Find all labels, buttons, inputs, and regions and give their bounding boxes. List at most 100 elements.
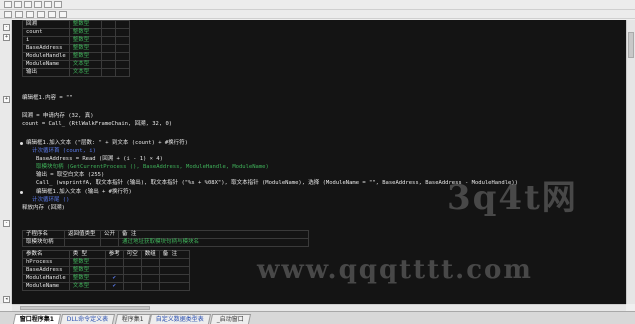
toolbar-button-6[interactable]	[54, 1, 62, 8]
collapse-icon[interactable]: -	[3, 24, 10, 31]
code-line[interactable]: 输出 = 取空白文本 (255)	[36, 172, 104, 179]
code-line[interactable]: 释放内存 (回溯)	[22, 205, 65, 212]
parameter-table: 参数名 类 型 参考 可空 数组 备 注 hProcess 整数型 BaseAddr…	[22, 250, 190, 291]
tab-label: 自定义数据类型表	[156, 316, 205, 323]
breakpoint-marker-icon[interactable]: +	[3, 96, 10, 103]
parameter-type: 整数型	[68, 274, 106, 283]
code-line[interactable]: 取模块句柄 (GetCurrentProcess (), BaseAddress…	[36, 164, 269, 171]
code-line[interactable]: 计次循环尾 ()	[32, 197, 69, 204]
parameter-row[interactable]: ModuleName 文本型 ✔	[22, 282, 190, 291]
variable-name: ModuleHandle	[22, 52, 70, 61]
vertical-scrollbar[interactable]	[626, 20, 635, 304]
subprogram-table: 子程序名 返回值类型 公开 备 注 取模块句柄 通过地址获取模块句柄与模块名	[22, 230, 310, 247]
toolbar-button-5[interactable]	[44, 1, 52, 8]
sub-name[interactable]: 取模块句柄	[22, 238, 65, 247]
tool-icon-3[interactable]	[26, 10, 34, 18]
col-header: 子程序名	[22, 230, 65, 239]
toolbar-button-2[interactable]	[14, 1, 22, 8]
local-variable-row[interactable]: count 整数型	[22, 28, 130, 37]
sub-note: 通过地址获取模块句柄与模块名	[118, 238, 310, 247]
expand-icon[interactable]: +	[3, 34, 10, 41]
tab-4[interactable]: _启动窗口	[210, 314, 252, 324]
col-header: 返回值类型	[64, 230, 101, 239]
code-line[interactable]: 回溯 = 申请内存 (32, 真)	[22, 113, 94, 120]
variable-type: 整数型	[68, 20, 102, 29]
tab-label: 窗口程序集1	[19, 316, 54, 323]
col-header: 数组	[140, 250, 160, 259]
col-header: 公开	[99, 230, 120, 239]
local-variable-row[interactable]: BaseAddress 整数型	[22, 44, 130, 53]
variable-type: 整数型	[68, 52, 102, 61]
scroll-thumb[interactable]	[628, 32, 634, 58]
reference-cell[interactable]: ✔	[104, 282, 124, 291]
col-header: 参考	[104, 250, 124, 259]
tool-icon-4[interactable]	[37, 10, 45, 18]
code-line[interactable]: BaseAddress = Read (回溯 + (i - 1) × 4)	[36, 156, 163, 163]
tab-0[interactable]: 窗口程序集1	[12, 314, 62, 324]
col-header: 备 注	[158, 250, 190, 259]
parameter-type: 整数型	[68, 258, 106, 267]
local-variable-row[interactable]: ModuleName 文本型	[22, 60, 130, 69]
local-variable-row[interactable]: i 整数型	[22, 36, 130, 45]
code-line[interactable]: 编辑框1.加入文本 ("层数: " + 到文本 (count) + #换行符)	[26, 140, 188, 147]
parameter-name: ModuleHandle	[22, 274, 70, 283]
horizontal-scrollbar[interactable]	[12, 304, 626, 311]
col-header: 可空	[122, 250, 142, 259]
parameter-name: BaseAddress	[22, 266, 70, 275]
code-line[interactable]: Call_ (wsprintfA, 取文本指针 (输出), 取文本指针 ("%s…	[36, 180, 518, 187]
tab-2[interactable]: 程序集1	[114, 314, 151, 324]
tab-label: 程序集1	[121, 316, 144, 323]
site-watermark: www.qqqtttt.com	[257, 255, 533, 285]
toolbar-button-3[interactable]	[24, 1, 32, 8]
tool-icon-2[interactable]	[15, 10, 23, 18]
tool-icon-1[interactable]	[4, 10, 12, 18]
scroll-left-icon[interactable]: ◂	[3, 296, 10, 303]
local-variable-row[interactable]: 回溯 整数型	[22, 20, 130, 29]
local-variable-row[interactable]: 输出 文本型	[22, 68, 130, 77]
logo-watermark: 3q4t网	[447, 178, 578, 218]
parameter-row[interactable]: BaseAddress 整数型	[22, 266, 190, 275]
code-line[interactable]: 编辑框1.加入文本 (输出 + #换行符)	[36, 189, 132, 196]
code-editor[interactable]: 回溯 整数型 count 整数型 i 整数型 BaseAddress 整数型 ModuleHan…	[12, 20, 626, 304]
variable-type: 整数型	[68, 36, 102, 45]
breakpoint-dot-icon[interactable]	[20, 142, 23, 145]
local-variables-table: 回溯 整数型 count 整数型 i 整数型 BaseAddress 整数型 ModuleHan…	[22, 20, 130, 77]
variable-name: 输出	[22, 68, 70, 77]
variable-type: 整数型	[68, 44, 102, 53]
scroll-thumb[interactable]	[20, 306, 150, 310]
tab-label: DLL命令定义表	[66, 316, 109, 323]
code-line[interactable]: 编辑框1.内容 = ""	[22, 95, 73, 102]
tab-3[interactable]: 自定义数据类型表	[149, 314, 212, 324]
variable-type: 文本型	[68, 60, 102, 69]
variable-type: 文本型	[68, 68, 102, 77]
toolbar	[0, 0, 635, 10]
breakpoint-dot-icon[interactable]	[20, 191, 23, 194]
parameter-name: hProcess	[22, 258, 70, 267]
parameter-row[interactable]: hProcess 整数型	[22, 258, 190, 267]
parameter-type: 文本型	[68, 282, 106, 291]
reference-cell[interactable]: ✔	[104, 274, 124, 283]
parameter-row[interactable]: ModuleHandle 整数型 ✔	[22, 274, 190, 283]
tab-label: _启动窗口	[217, 316, 245, 323]
tool-icon-5[interactable]	[48, 10, 56, 18]
variable-name: i	[22, 36, 70, 45]
parameter-type: 整数型	[68, 266, 106, 275]
tool-icon-6[interactable]	[59, 10, 67, 18]
local-variable-row[interactable]: ModuleHandle 整数型	[22, 52, 130, 61]
parameter-name: ModuleName	[22, 282, 70, 291]
collapse-icon[interactable]: -	[3, 220, 10, 227]
col-header: 类 型	[68, 250, 106, 259]
toolbar-button-1[interactable]	[4, 1, 12, 8]
tab-1[interactable]: DLL命令定义表	[60, 314, 116, 324]
document-tabs: 窗口程序集1 DLL命令定义表 程序集1 自定义数据类型表 _启动窗口	[0, 311, 635, 324]
code-line[interactable]: 计次循环首 (count, i)	[32, 148, 96, 155]
toolbar-button-4[interactable]	[34, 1, 42, 8]
reference-cell[interactable]	[104, 266, 124, 275]
col-header: 参数名	[22, 250, 70, 259]
variable-name: 回溯	[22, 20, 70, 29]
secondary-toolbar	[0, 10, 635, 19]
variable-name: count	[22, 28, 70, 37]
line-gutter: - + + - ◂	[0, 20, 12, 304]
code-line[interactable]: count = Call_ (RtlWalkFrameChain, 回溯, 32…	[22, 121, 172, 128]
reference-cell[interactable]	[104, 258, 124, 267]
